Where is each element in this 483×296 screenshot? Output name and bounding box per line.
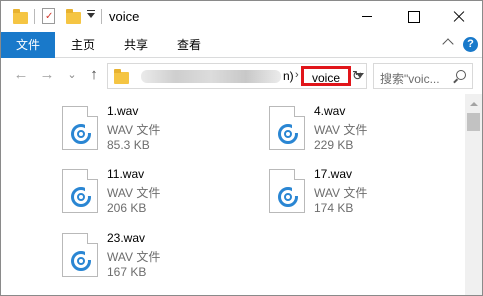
file-size: 174 KB: [314, 201, 354, 215]
folder-icon[interactable]: [13, 9, 28, 24]
wav-file-icon: [62, 106, 98, 150]
file-name: 1.wav: [107, 104, 139, 118]
file-item[interactable]: 23.wav WAV 文件 167 KB: [62, 231, 262, 283]
search-input[interactable]: 搜索"voic...: [373, 63, 473, 89]
path-tail: n): [283, 69, 294, 83]
file-name: 11.wav: [107, 167, 145, 181]
wav-file-icon: [62, 233, 98, 277]
file-type: WAV 文件: [107, 250, 161, 264]
file-item[interactable]: 17.wav WAV 文件 174 KB: [269, 167, 469, 219]
file-size: 229 KB: [314, 138, 354, 152]
minimize-button[interactable]: [344, 1, 390, 32]
file-size: 206 KB: [107, 201, 147, 215]
file-item[interactable]: 11.wav WAV 文件 206 KB: [62, 167, 262, 219]
search-icon[interactable]: [456, 70, 466, 80]
breadcrumb-current-folder[interactable]: voice: [301, 66, 351, 86]
file-size: 167 KB: [107, 265, 147, 279]
address-bar[interactable]: n) › voice: [107, 63, 367, 89]
recent-locations-button[interactable]: ⌄: [64, 67, 80, 83]
file-list: 1.wav WAV 文件 85.3 KB 4.wav WAV 文件 229 KB…: [1, 94, 465, 295]
properties-icon[interactable]: ✓: [42, 8, 55, 24]
tab-home[interactable]: 主页: [60, 32, 106, 58]
tab-view[interactable]: 查看: [166, 32, 212, 58]
file-item[interactable]: 4.wav WAV 文件 229 KB: [269, 104, 469, 156]
address-folder-icon: [114, 69, 129, 84]
maximize-button[interactable]: [390, 1, 436, 32]
file-size: 85.3 KB: [107, 138, 150, 152]
file-type: WAV 文件: [314, 186, 368, 200]
close-button[interactable]: [436, 1, 482, 32]
blurred-path: [141, 70, 281, 83]
help-icon[interactable]: ?: [463, 37, 478, 52]
window-title: voice: [109, 9, 140, 24]
file-item[interactable]: 1.wav WAV 文件 85.3 KB: [62, 104, 262, 156]
navigation-bar: ← → ⌄ ↑ n) › voice ↻ 搜索"voic...: [1, 58, 482, 94]
back-button[interactable]: ←: [13, 67, 29, 83]
file-type: WAV 文件: [314, 123, 368, 137]
forward-button[interactable]: →: [39, 67, 55, 83]
scroll-up-icon[interactable]: [470, 102, 478, 106]
file-name: 23.wav: [107, 231, 146, 245]
wav-file-icon: [62, 169, 98, 213]
search-placeholder: 搜索"voic...: [380, 72, 440, 86]
file-name: 4.wav: [314, 104, 346, 118]
breadcrumb-separator[interactable]: ›: [295, 69, 299, 81]
scrollbar-thumb[interactable]: [467, 113, 480, 131]
title-bar: ✓ voice: [1, 1, 482, 32]
quick-access-dropdown-icon[interactable]: [87, 10, 95, 18]
wav-file-icon: [269, 106, 305, 150]
wav-file-icon: [269, 169, 305, 213]
ribbon-tabs: 文件 主页 共享 查看 ?: [1, 32, 482, 84]
file-type: WAV 文件: [107, 186, 161, 200]
vertical-scrollbar[interactable]: [465, 94, 482, 295]
title-divider: [101, 9, 102, 24]
tab-share[interactable]: 共享: [113, 32, 159, 58]
file-type: WAV 文件: [107, 123, 161, 137]
refresh-button[interactable]: ↻: [352, 69, 363, 83]
ribbon-expand-icon[interactable]: [442, 38, 454, 50]
up-button[interactable]: ↑: [86, 67, 102, 83]
toolbar-divider: [34, 9, 35, 24]
new-folder-icon[interactable]: [66, 9, 81, 24]
explorer-window: ✓ voice 文件 主页 共享 查看 ? ← → ⌄ ↑ n) › voice…: [0, 0, 483, 296]
file-name: 17.wav: [314, 167, 353, 181]
